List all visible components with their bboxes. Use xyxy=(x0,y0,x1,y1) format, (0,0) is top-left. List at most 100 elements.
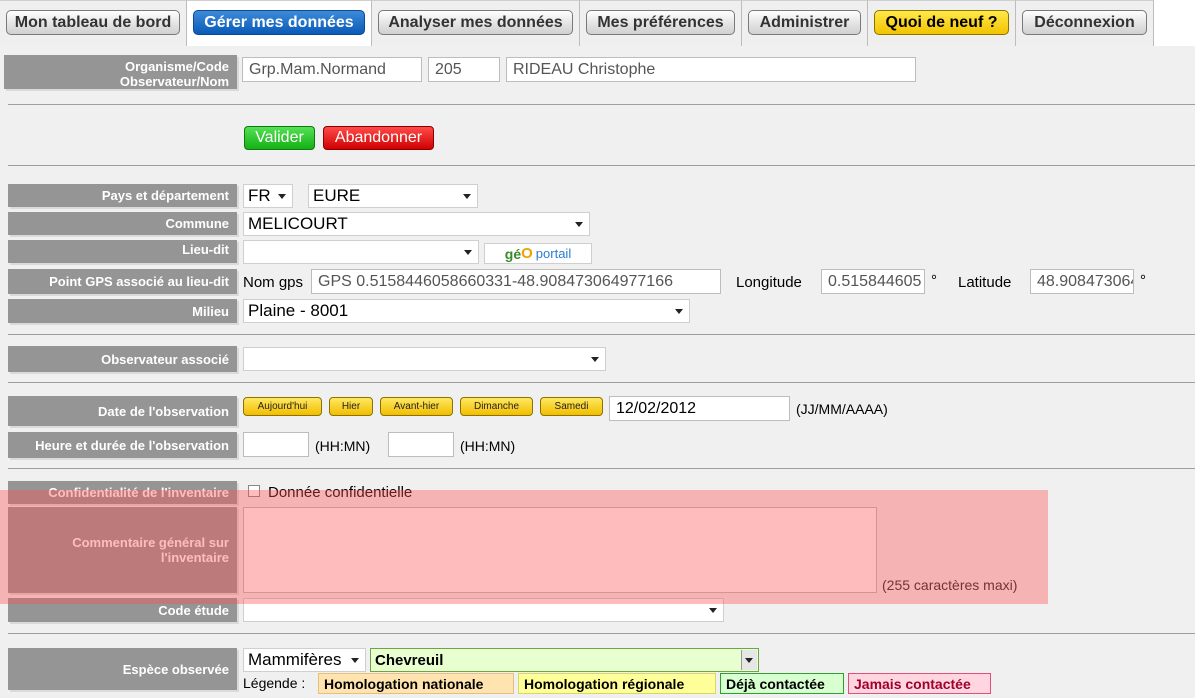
heure-field[interactable] xyxy=(243,432,309,457)
nom-gps-label: Nom gps xyxy=(243,274,304,291)
observer-label: Organisme/Code Observateur/Nom xyxy=(4,55,237,89)
separator xyxy=(8,334,1195,335)
tab-preferences-button[interactable]: Mes préférences xyxy=(586,10,735,35)
valider-button[interactable]: Valider xyxy=(244,126,315,150)
separator xyxy=(8,468,1195,469)
geoportail-button[interactable]: gé O portail xyxy=(484,243,592,264)
groupe-value: Mammifères xyxy=(248,650,342,669)
espece-value: Chevreuil xyxy=(375,651,444,669)
latitude-field[interactable]: 48.908473064 xyxy=(1030,269,1134,294)
commune-value: MELICOURT xyxy=(248,214,348,233)
tab-administrer: Administrer xyxy=(742,0,868,46)
code-field[interactable]: 205 xyxy=(428,57,500,82)
departement-value: EURE xyxy=(313,186,361,205)
dropdown-button[interactable] xyxy=(741,650,757,670)
commentaire-textarea[interactable] xyxy=(243,507,877,593)
chevron-down-icon xyxy=(575,222,583,227)
chevron-down-icon xyxy=(591,357,599,362)
tab-analyser-button[interactable]: Analyser mes données xyxy=(378,10,573,35)
chevron-down-icon xyxy=(745,658,753,663)
tab-administrer-button[interactable]: Administrer xyxy=(748,10,861,35)
tab-preferences: Mes préférences xyxy=(580,0,742,46)
dimanche-button[interactable]: Dimanche xyxy=(460,397,533,416)
avant-hier-button[interactable]: Avant-hier xyxy=(380,397,453,416)
date-field[interactable]: 12/02/2012 xyxy=(609,396,790,421)
separator xyxy=(8,165,1195,166)
espece-label: Espèce observée xyxy=(8,648,237,690)
pays-label: Pays et département xyxy=(8,184,237,207)
tab-gerer-button[interactable]: Gérer mes données xyxy=(193,10,365,35)
confidentiel-checkbox-label: Donnée confidentielle xyxy=(268,484,413,501)
commentaire-label: Commentaire général sur l'inventaire xyxy=(8,507,237,593)
separator xyxy=(8,633,1195,634)
longitude-degree: ° xyxy=(931,272,937,289)
legend-jamais-contactee: Jamais contactée xyxy=(848,673,991,694)
observateur-associe-label: Observateur associé xyxy=(8,346,237,372)
longitude-label: Longitude xyxy=(736,274,802,291)
tab-quoi-de-neuf-button[interactable]: Quoi de neuf ? xyxy=(874,10,1009,35)
chevron-down-icon xyxy=(278,194,286,199)
chevron-down-icon xyxy=(463,194,471,199)
legend-homologation-nationale: Homologation nationale xyxy=(318,673,514,694)
hier-button[interactable]: Hier xyxy=(329,397,373,416)
main-nav-tabs: Mon tableau de bord Gérer mes données An… xyxy=(0,0,1195,46)
milieu-value: Plaine - 8001 xyxy=(248,301,349,320)
tab-gerer: Gérer mes données xyxy=(187,0,372,46)
confidentiel-checkbox[interactable] xyxy=(248,485,260,497)
separator xyxy=(8,104,1195,105)
chevron-down-icon xyxy=(351,658,359,663)
date-format: (JJ/MM/AAAA) xyxy=(796,401,888,417)
duree-field[interactable] xyxy=(388,432,454,457)
milieu-select[interactable]: Plaine - 8001 xyxy=(243,299,690,323)
code-etude-select[interactable] xyxy=(243,598,724,622)
geoportail-logo-o: O xyxy=(521,245,533,262)
gps-label: Point GPS associé au lieu-dit xyxy=(8,269,237,294)
commentaire-label-line1: Commentaire général sur xyxy=(72,535,229,550)
observer-label-line1: Organisme/Code xyxy=(124,59,229,74)
departement-select[interactable]: EURE xyxy=(308,184,478,208)
commentaire-label-line2: l'inventaire xyxy=(160,550,229,565)
legend-deja-contactee: Déjà contactée xyxy=(720,673,844,694)
organisme-field[interactable]: Grp.Mam.Normand xyxy=(242,57,422,82)
tabbar-background xyxy=(1154,0,1195,46)
commune-select[interactable]: MELICOURT xyxy=(243,212,590,236)
legende-label: Légende : xyxy=(243,675,306,691)
tab-mon-tableau: Mon tableau de bord xyxy=(0,0,187,46)
heure-format: (HH:MN) xyxy=(315,438,371,454)
pays-value: FR xyxy=(248,186,271,205)
geoportail-logo-text: portail xyxy=(535,246,572,261)
code-etude-label: Code étude xyxy=(8,598,237,622)
nom-field[interactable]: RIDEAU Christophe xyxy=(506,57,916,82)
samedi-button[interactable]: Samedi xyxy=(540,397,603,416)
separator xyxy=(8,382,1195,383)
tab-deconnexion-button[interactable]: Déconnexion xyxy=(1022,10,1147,35)
pays-select[interactable]: FR xyxy=(243,184,293,208)
tab-analyser: Analyser mes données xyxy=(372,0,580,46)
geoportail-logo-ge: gé xyxy=(504,245,522,262)
nom-gps-field[interactable]: GPS 0.5158446058660331-48.90847306497716… xyxy=(311,269,721,294)
chevron-down-icon xyxy=(675,309,683,314)
confidentialite-label: Confidentialité de l'inventaire xyxy=(8,481,237,504)
tab-deconnexion: Déconnexion xyxy=(1016,0,1154,46)
longitude-field[interactable]: 0.515844605 xyxy=(821,269,925,294)
commentaire-max: (255 caractères maxi) xyxy=(882,577,1018,593)
abandonner-button[interactable]: Abandonner xyxy=(323,126,434,150)
heure-label: Heure et durée de l'observation xyxy=(8,432,237,458)
lieudit-label: Lieu-dit xyxy=(8,240,237,263)
lieudit-select[interactable] xyxy=(243,240,479,264)
milieu-label: Milieu xyxy=(8,299,237,323)
tab-quoi-de-neuf: Quoi de neuf ? xyxy=(868,0,1016,46)
observer-label-line2: Observateur/Nom xyxy=(119,74,229,89)
latitude-label: Latitude xyxy=(958,274,1012,291)
latitude-degree: ° xyxy=(1140,272,1146,289)
legend-homologation-regionale: Homologation régionale xyxy=(518,673,716,694)
duree-format: (HH:MN) xyxy=(460,438,516,454)
aujourdhui-button[interactable]: Aujourd'hui xyxy=(243,397,322,416)
chevron-down-icon xyxy=(464,250,472,255)
chevron-down-icon xyxy=(709,608,717,613)
observateur-associe-select[interactable] xyxy=(243,347,606,371)
date-label: Date de l'observation xyxy=(8,396,237,426)
groupe-select[interactable]: Mammifères xyxy=(243,648,366,672)
espece-select[interactable]: Chevreuil xyxy=(370,648,759,672)
tab-mon-tableau-button[interactable]: Mon tableau de bord xyxy=(6,10,180,35)
